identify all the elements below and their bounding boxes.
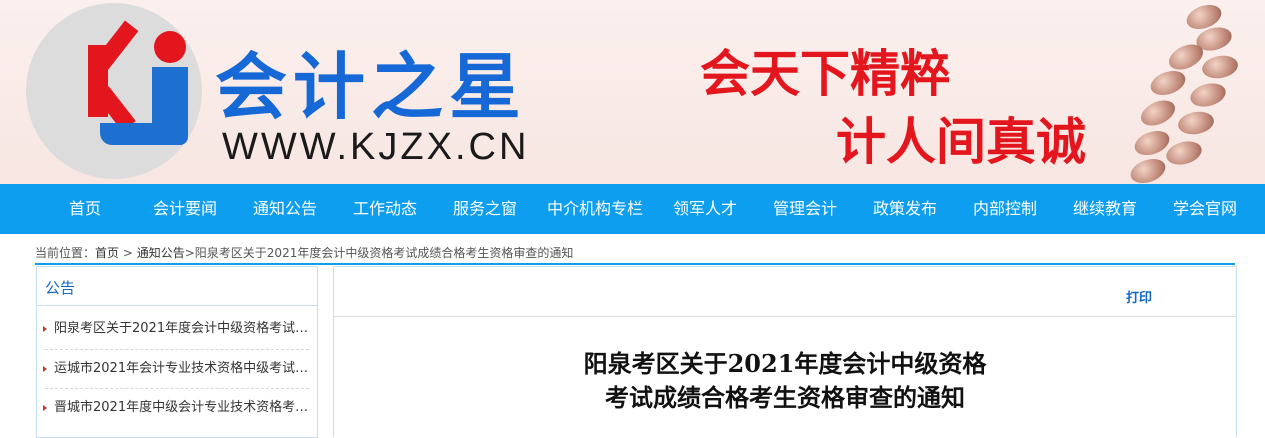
site-name: 会计之星 xyxy=(215,45,528,129)
bullet-arrow-icon xyxy=(43,366,47,372)
announcement-sidebar: 公告 阳泉考区关于2021年度会计中级资格考试成绩合格考生资格审查的通知 运城市… xyxy=(36,266,318,438)
nav-service-window[interactable]: 服务之窗 xyxy=(453,184,517,234)
sidebar-item-label: 阳泉考区关于2021年度会计中级资格考试成绩合格考生资格审查的通知 xyxy=(54,321,312,336)
nav-internal-control[interactable]: 内部控制 xyxy=(973,184,1037,234)
nav-management-accounting[interactable]: 管理会计 xyxy=(773,184,837,234)
ancient-coins-decoration xyxy=(1120,0,1260,184)
article-title: 阳泉考区关于2021年度会计中级资格 考试成绩合格考生资格审查的通知 xyxy=(334,347,1236,415)
logo-j-dot xyxy=(154,31,186,63)
site-banner: 会计之星 WWW.KJZX.CN 会天下精粹 计人间真诚 xyxy=(0,0,1265,184)
article-title-line-2: 考试成绩合格考生资格审查的通知 xyxy=(605,383,965,412)
logo-j-hook xyxy=(100,123,188,145)
sidebar-item-label: 晋城市2021年度中级会计专业技术资格考试成绩合格考生资格审查的通知 xyxy=(54,400,312,415)
breadcrumb-current: 阳泉考区关于2021年度会计中级资格考试成绩合格考生资格审查的通知 xyxy=(194,246,574,260)
nav-accounting-news[interactable]: 会计要闻 xyxy=(153,184,217,234)
site-logo[interactable] xyxy=(26,3,202,179)
breadcrumb-section-link[interactable]: 通知公告 xyxy=(137,246,185,260)
nav-policy-release[interactable]: 政策发布 xyxy=(873,184,937,234)
bullet-arrow-icon xyxy=(43,326,47,332)
article-panel: 打印 阳泉考区关于2021年度会计中级资格 考试成绩合格考生资格审查的通知 xyxy=(333,266,1237,437)
nav-agency-column[interactable]: 中介机构专栏 xyxy=(547,184,643,234)
site-url: WWW.KJZX.CN xyxy=(222,126,530,168)
nav-notices[interactable]: 通知公告 xyxy=(253,184,317,234)
nav-society-website[interactable]: 学会官网 xyxy=(1173,184,1237,234)
breadcrumb-separator: > xyxy=(119,246,137,260)
bullet-arrow-icon xyxy=(43,405,47,411)
sidebar-item[interactable]: 晋城市2021年度中级会计专业技术资格考试成绩合格考生资格审查的通知 xyxy=(37,388,317,428)
sidebar-item[interactable]: 运城市2021年会计专业技术资格中级考试成绩合格考生资格审查的通知 xyxy=(37,349,317,389)
sidebar-title: 公告 xyxy=(45,279,76,297)
nav-leading-talents[interactable]: 领军人才 xyxy=(673,184,737,234)
print-button[interactable]: 打印 xyxy=(1126,287,1152,306)
breadcrumb: 当前位置：首页 > 通知公告>阳泉考区关于2021年度会计中级资格考试成绩合格考… xyxy=(35,243,1235,265)
breadcrumb-home-link[interactable]: 首页 xyxy=(95,246,119,260)
nav-home[interactable]: 首页 xyxy=(69,184,101,234)
article-title-line-1: 阳泉考区关于2021年度会计中级资格 xyxy=(583,349,987,378)
breadcrumb-prefix: 当前位置： xyxy=(35,246,96,260)
slogan-line-2: 计人间真诚 xyxy=(836,113,1086,171)
nav-continuing-education[interactable]: 继续教育 xyxy=(1073,184,1137,234)
article-toolbar: 打印 xyxy=(334,267,1236,317)
main-nav: 首页 会计要闻 通知公告 工作动态 服务之窗 中介机构专栏 领军人才 管理会计 … xyxy=(0,184,1265,234)
slogan-line-1: 会天下精粹 xyxy=(700,45,950,103)
sidebar-divider xyxy=(37,305,317,306)
sidebar-item-label: 运城市2021年会计专业技术资格中级考试成绩合格考生资格审查的通知 xyxy=(54,361,312,376)
breadcrumb-separator: > xyxy=(184,246,195,260)
sidebar-item[interactable]: 阳泉考区关于2021年度会计中级资格考试成绩合格考生资格审查的通知 xyxy=(37,309,317,349)
nav-work-updates[interactable]: 工作动态 xyxy=(353,184,417,234)
